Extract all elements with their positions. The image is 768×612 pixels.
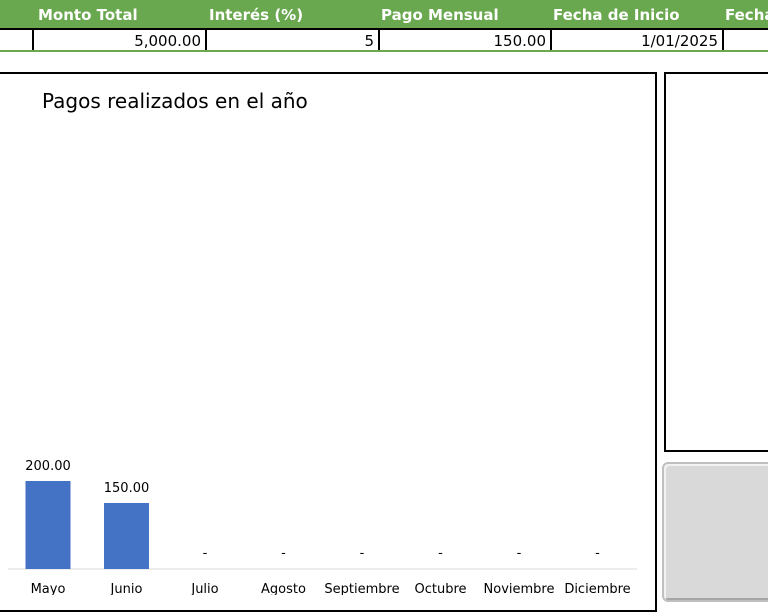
tick-label-julio: Julio	[190, 582, 218, 595]
tick-label-noviembre: Noviembre	[484, 582, 555, 595]
cell-monto-total[interactable]: 5,000.00	[32, 30, 205, 50]
header-interes[interactable]: Interés (%)	[209, 6, 303, 24]
data-label-junio: 150.00	[104, 481, 150, 496]
tick-label-mayo: Mayo	[31, 582, 66, 595]
bar-chart: 200.00 Mayo 150.00 Junio - Julio - Agosto - Septi…	[8, 459, 637, 595]
data-label-septiembre: -	[360, 546, 365, 561]
tick-label-junio: Junio	[110, 582, 143, 595]
header-monto-total[interactable]: Monto Total	[38, 6, 138, 24]
data-label-noviembre: -	[517, 546, 522, 561]
table-header-row: Monto Total Interés (%) Pago Mensual Fec…	[0, 0, 768, 28]
data-label-agosto: -	[281, 546, 286, 561]
tick-label-diciembre: Diciembre	[564, 582, 630, 595]
tick-label-octubre: Octubre	[414, 582, 466, 595]
cell-interes[interactable]: 5	[205, 30, 378, 50]
data-label-julio: -	[203, 546, 208, 561]
tick-label-agosto: Agosto	[261, 582, 306, 595]
header-fecha[interactable]: Fecha	[725, 6, 768, 24]
data-label-octubre: -	[438, 546, 443, 561]
data-label-mayo: 200.00	[25, 459, 71, 474]
cell-fecha-inicio[interactable]: 1/01/2025	[550, 30, 722, 50]
bar-mayo[interactable]	[25, 481, 71, 569]
action-button[interactable]	[662, 462, 768, 602]
cell-fecha[interactable]	[722, 30, 768, 50]
header-pago-mensual[interactable]: Pago Mensual	[381, 6, 499, 24]
data-label-diciembre: -	[595, 546, 600, 561]
header-fecha-inicio[interactable]: Fecha de Inicio	[553, 6, 680, 24]
table-values-row: 5,000.00 5 150.00 1/01/2025	[0, 28, 768, 52]
bar-junio[interactable]	[104, 503, 149, 569]
cell-pago-mensual[interactable]: 150.00	[378, 30, 550, 50]
tick-label-septiembre: Septiembre	[324, 582, 399, 595]
right-panel[interactable]	[664, 72, 768, 452]
